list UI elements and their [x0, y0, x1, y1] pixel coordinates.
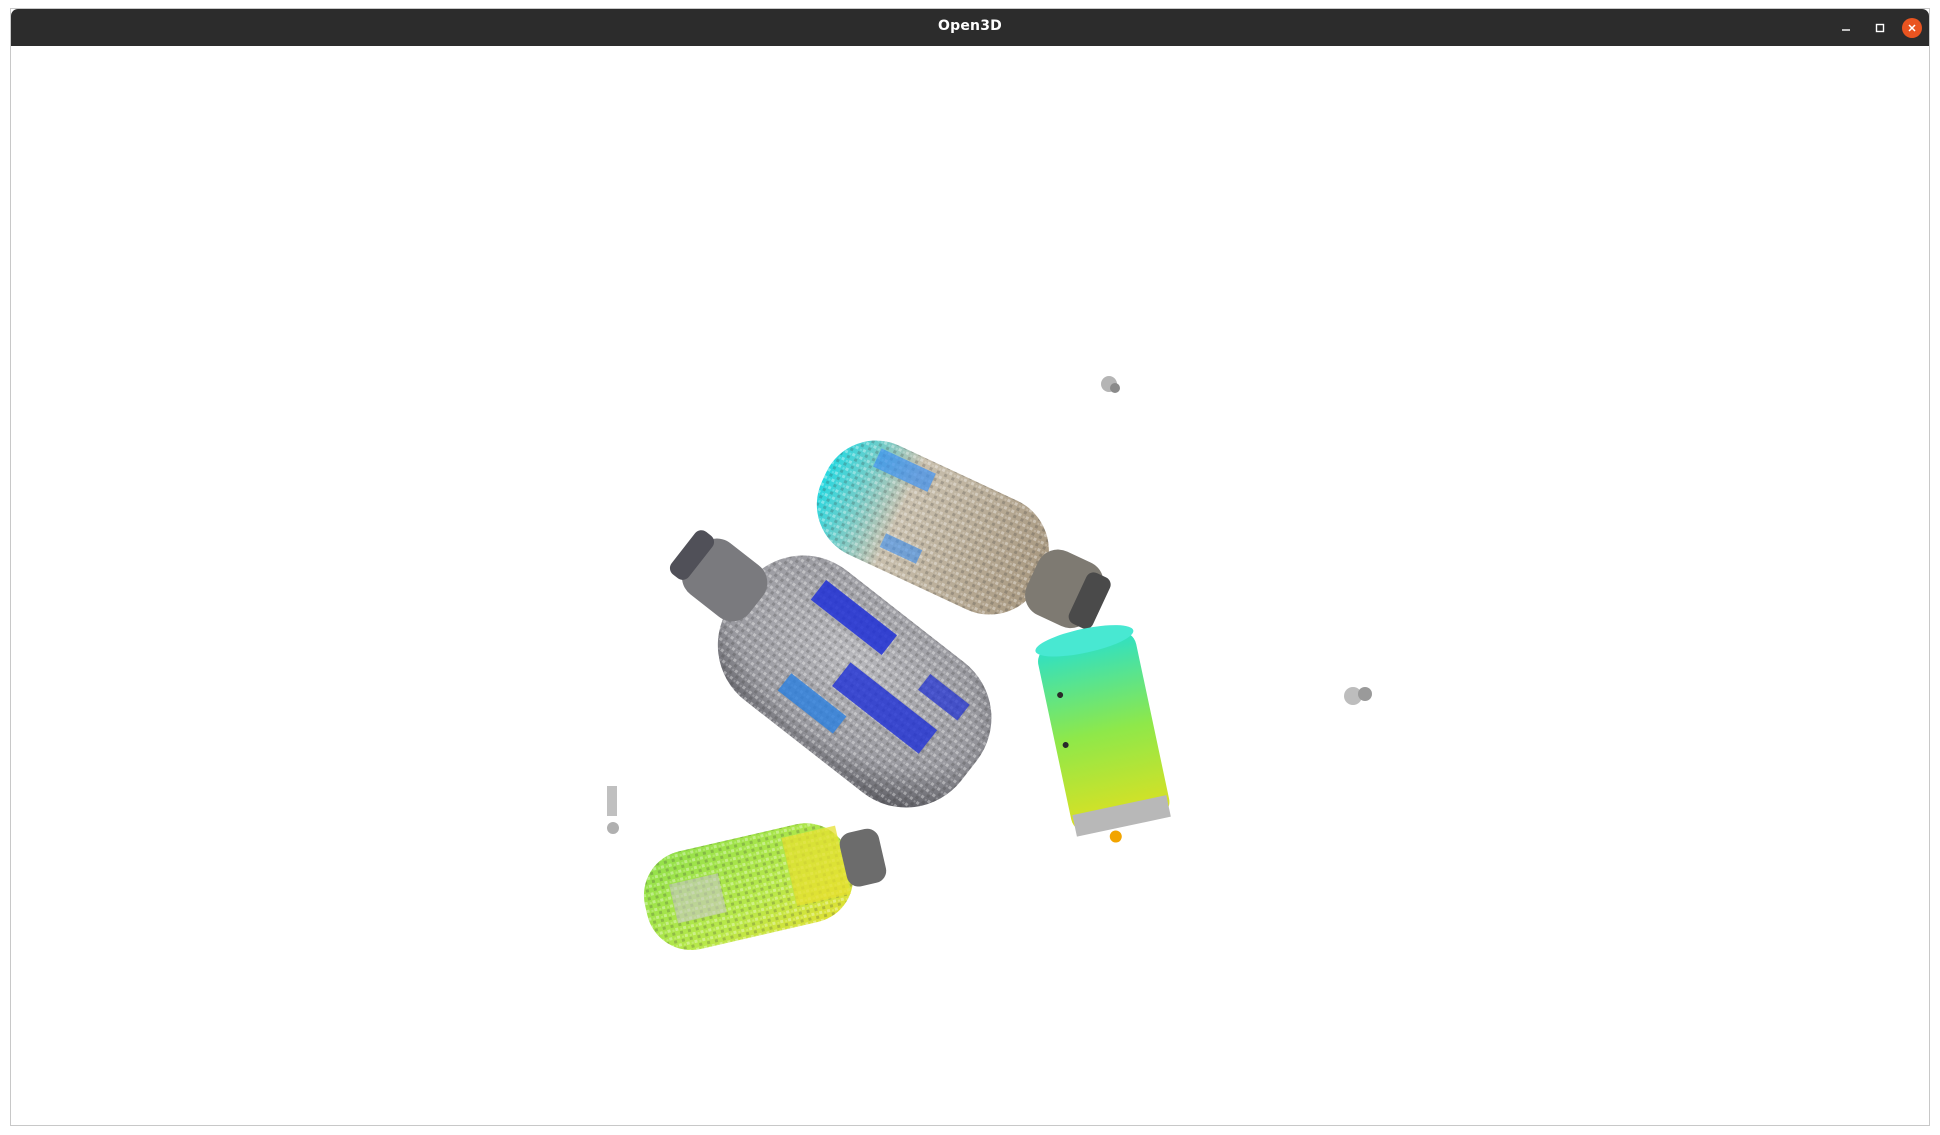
minimize-button[interactable] — [1835, 17, 1857, 39]
minimize-icon — [1842, 29, 1850, 31]
3d-viewport[interactable] — [11, 46, 1929, 1125]
window-title: Open3D — [938, 18, 1002, 34]
point-cloud-render — [607, 376, 1372, 950]
close-icon — [1908, 24, 1916, 32]
small-bottle — [643, 823, 887, 950]
maximize-button[interactable] — [1869, 17, 1891, 39]
can — [1035, 625, 1171, 843]
close-button[interactable] — [1901, 17, 1923, 39]
maximize-icon — [1875, 23, 1885, 33]
app-window: Open3D — [10, 8, 1930, 1126]
title-bar[interactable]: Open3D — [11, 9, 1929, 46]
close-button-circle — [1902, 18, 1922, 38]
